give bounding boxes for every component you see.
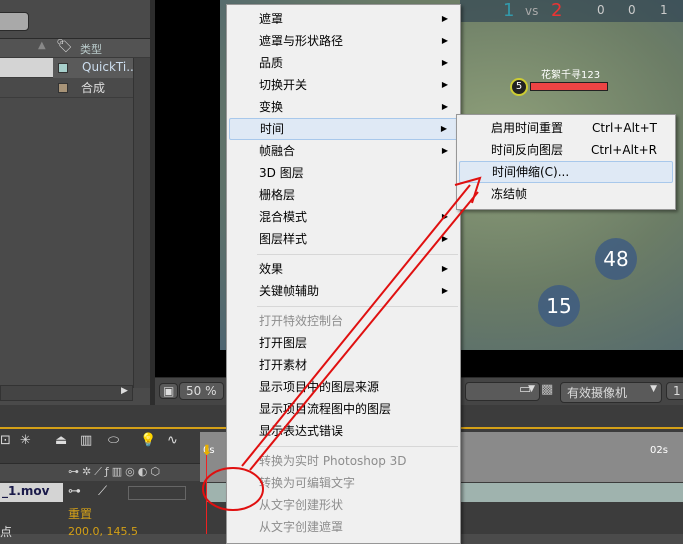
annotation-circle — [202, 467, 264, 511]
annotation-arrow-line — [241, 184, 471, 467]
annotation-overlay — [202, 176, 482, 511]
annotation-arrow-line — [249, 191, 479, 471]
